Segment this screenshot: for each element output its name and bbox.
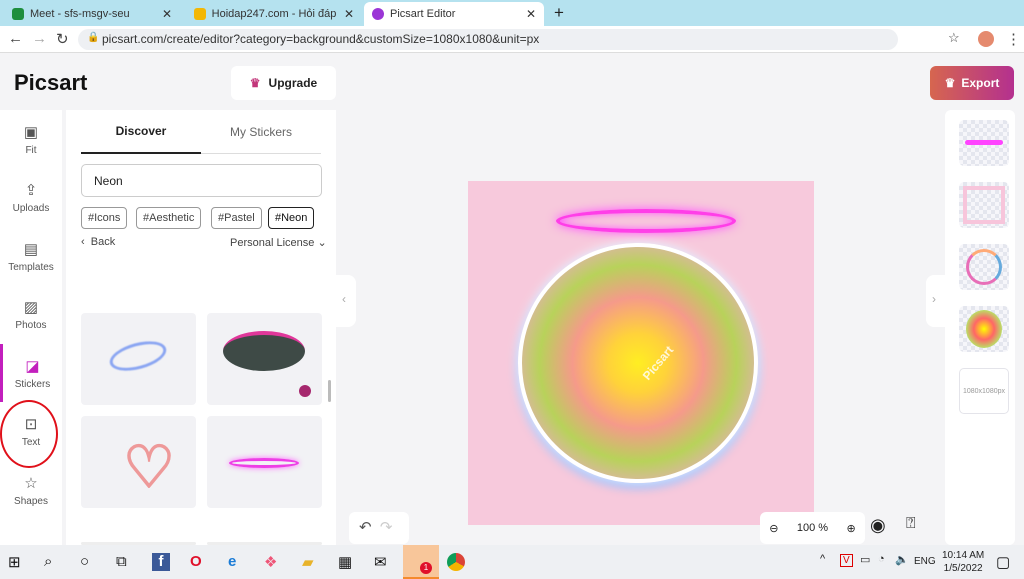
chip-pastel[interactable]: #Pastel (211, 207, 262, 229)
antivirus-icon[interactable]: V (840, 554, 853, 567)
search-icon[interactable]: ⌕ (44, 553, 52, 570)
browser-tab-bar: Meet - sfs-msgv-seu ✕ Hoidap247.com - Hỏi… (0, 0, 1024, 26)
upload-icon: ⇪ (24, 181, 38, 199)
app-icon[interactable]: ❖ (264, 553, 277, 571)
crown-icon: ♛ (944, 76, 956, 90)
redo-icon[interactable]: ↷ (380, 519, 393, 536)
layer-ring[interactable] (959, 244, 1009, 290)
picsart-icon (372, 8, 384, 20)
tool-rail: ▣ Fit ⇪ Uploads ▤ Templates ▨ Photos ◪ Sticke… (0, 110, 62, 545)
layer-hearts[interactable] (959, 182, 1009, 228)
layer-halo[interactable] (959, 120, 1009, 166)
license-dropdown[interactable]: Personal License ⌄ (230, 236, 327, 249)
photo-icon: ▨ (23, 298, 39, 316)
chip-neon[interactable]: #Neon (268, 207, 315, 229)
neon-halo (556, 209, 736, 233)
layers-panel: 1080x1080px (945, 110, 1015, 545)
rail-item-photos[interactable]: ▨ Photos (0, 285, 62, 343)
rail-item-templates[interactable]: ▤ Templates (0, 227, 62, 285)
history-controls: ↶ ↷ (349, 512, 409, 544)
red-annotation-circle (0, 400, 58, 468)
file-explorer-icon[interactable]: ▰ (302, 553, 314, 571)
volume-icon[interactable]: 🔈 (895, 553, 909, 566)
opera-icon[interactable]: O (190, 553, 202, 570)
rail-item-fit[interactable]: ▣ Fit (0, 110, 62, 168)
task-view-icon[interactable]: ⧉ (116, 553, 127, 570)
tray-chevron-icon[interactable]: ^ (820, 553, 825, 565)
cortana-icon[interactable]: ○ (80, 553, 89, 570)
help-chat-icon[interactable]: ⍰ (906, 515, 916, 533)
reload-icon[interactable]: ↻ (56, 30, 69, 48)
sticker-neon-heart[interactable]: ♡ (81, 416, 196, 508)
collapse-panel-button[interactable]: ‹ (336, 275, 356, 327)
meet-icon (12, 8, 24, 20)
tab-hoidap[interactable]: Hoidap247.com - Hỏi đáp online✕ (186, 2, 362, 26)
close-icon[interactable]: ✕ (344, 7, 354, 21)
export-button[interactable]: ♛ Export (930, 66, 1014, 100)
rail-item-uploads[interactable]: ⇪ Uploads (0, 168, 62, 226)
back-link[interactable]: ‹ Back (81, 236, 115, 248)
language-indicator[interactable]: ENG (914, 556, 936, 567)
upgrade-button[interactable]: ♛ Upgrade (231, 66, 336, 100)
address-bar: ← → ↻ 🔒 picsart.com/create/editor?categor… (0, 26, 1024, 53)
gradient-orb (518, 243, 758, 483)
zoom-controls: ⊖ 100 % ⊕ (760, 512, 865, 544)
panel-scrollbar[interactable] (328, 380, 331, 402)
zoom-in-icon[interactable]: ⊕ (847, 522, 856, 535)
bookmark-star-icon[interactable]: ☆ (948, 30, 960, 46)
windows-taskbar: ⊞ ⌕ ○ ⧉ f O e ❖ ▰ ▦ ✉ 1 ^ V ▭ ◔ 🔈 ENG 10… (0, 545, 1024, 579)
chip-icons[interactable]: #Icons (81, 207, 128, 229)
image-icon: ▣ (23, 123, 39, 141)
heart-icon: ♡ (122, 435, 176, 500)
zoom-out-icon[interactable]: ⊖ (769, 522, 778, 535)
eye-icon[interactable]: ◉ (870, 515, 886, 536)
chrome-icon[interactable] (447, 553, 465, 571)
stickers-panel: Discover My Stickers Neon #Icons #Aesthe… (66, 110, 336, 545)
tab-my-stickers[interactable]: My Stickers (201, 110, 321, 154)
clock[interactable]: 10:14 AM 1/5/2022 (942, 549, 984, 575)
layer-background[interactable]: 1080x1080px (959, 368, 1009, 414)
undo-icon[interactable]: ↶ (359, 519, 372, 536)
expand-layers-button[interactable]: › (926, 275, 946, 327)
picsart-logo: Picsart (14, 70, 88, 95)
premium-badge-icon (299, 385, 311, 397)
sticker-search-input[interactable]: Neon (81, 164, 322, 197)
mail-icon[interactable]: ✉ (374, 553, 387, 571)
menu-icon[interactable]: ⋮ (1006, 30, 1021, 48)
tab-picsart[interactable]: Picsart Editor ✕ (364, 2, 544, 26)
templates-icon: ▤ (23, 240, 39, 258)
battery-icon[interactable]: ▭ (860, 553, 870, 566)
profile-avatar[interactable] (978, 31, 994, 47)
lock-icon: 🔒 (87, 32, 100, 43)
url-input[interactable]: 🔒 picsart.com/create/editor?category=back… (78, 29, 898, 50)
forward-icon[interactable]: → (32, 30, 47, 47)
back-icon[interactable]: ← (8, 30, 23, 47)
star-icon: ☆ (24, 474, 38, 492)
close-icon[interactable]: ✕ (162, 7, 172, 21)
close-icon[interactable]: ✕ (526, 7, 536, 21)
tab-discover[interactable]: Discover (81, 110, 201, 154)
hoidap-icon (194, 8, 206, 20)
new-tab-button[interactable]: + (554, 3, 564, 23)
crown-icon: ♛ (249, 76, 261, 90)
editor-page: Picsart ♛ Upgrade ▣ Fit ⇪ Uploads ▤ Template… (0, 53, 1024, 545)
sticker-icon: ◪ (25, 357, 40, 375)
sticker-neon-lips[interactable] (207, 313, 322, 405)
edge-icon[interactable]: e (228, 553, 236, 570)
tab-meet[interactable]: Meet - sfs-msgv-seu ✕ (4, 2, 180, 26)
rail-item-shapes[interactable]: ☆ Shapes (0, 461, 62, 519)
chip-aesthetic[interactable]: #Aesthetic (136, 207, 202, 229)
sticker-neon-halo[interactable] (207, 416, 322, 508)
layer-orb[interactable] (959, 306, 1009, 352)
canvas-image[interactable]: Picsart (468, 181, 814, 525)
facebook-icon[interactable]: f (152, 553, 170, 571)
windows-start-icon[interactable]: ⊞ (8, 553, 21, 571)
notifications-icon[interactable]: ▢ (996, 553, 1010, 571)
wifi-icon[interactable]: ◔ (878, 553, 885, 565)
rail-item-stickers[interactable]: ◪ Stickers (0, 344, 62, 402)
store-icon[interactable]: ▦ (338, 553, 352, 571)
zalo-app[interactable]: 1 (403, 545, 439, 579)
sticker-neon-ring-blue[interactable] (81, 313, 196, 405)
